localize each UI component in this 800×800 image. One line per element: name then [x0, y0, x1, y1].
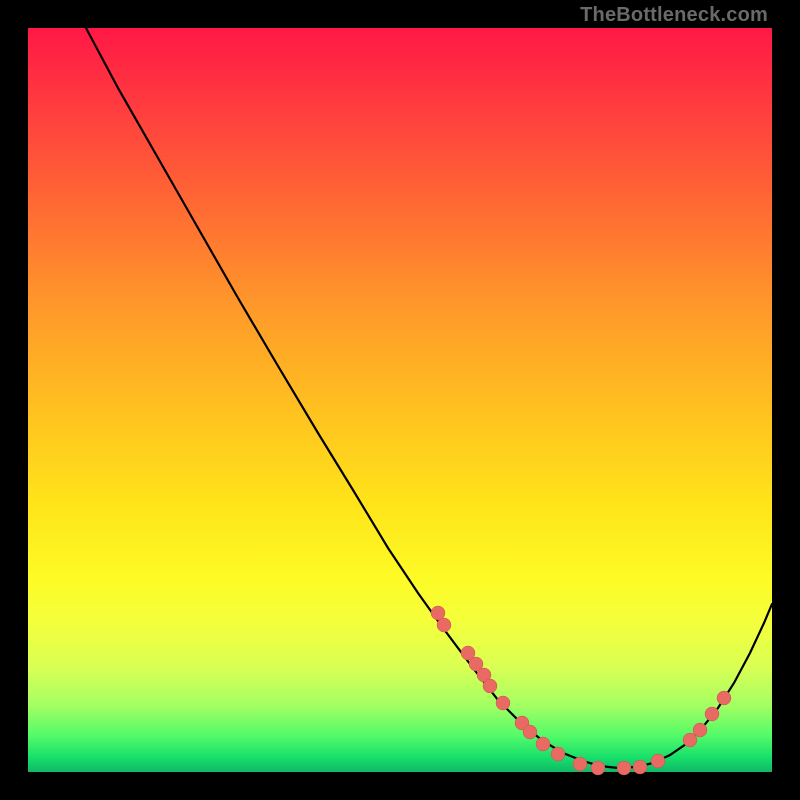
scatter-dot [617, 761, 631, 775]
scatter-dot [693, 723, 707, 737]
bottleneck-curve [86, 28, 772, 768]
scatter-dot [496, 696, 510, 710]
plot-area [28, 28, 772, 772]
scatter-dot [651, 754, 665, 768]
scatter-dot [483, 679, 497, 693]
scatter-dot [437, 618, 451, 632]
scatter-dot [523, 725, 537, 739]
watermark-text: TheBottleneck.com [580, 4, 768, 27]
scatter-dot [551, 747, 565, 761]
scatter-dot [717, 691, 731, 705]
scatter-group [431, 606, 731, 775]
scatter-dot [705, 707, 719, 721]
scatter-dot [536, 737, 550, 751]
scatter-dot [573, 757, 587, 771]
chart-svg [28, 28, 772, 772]
scatter-dot [591, 761, 605, 775]
scatter-dot [633, 760, 647, 774]
